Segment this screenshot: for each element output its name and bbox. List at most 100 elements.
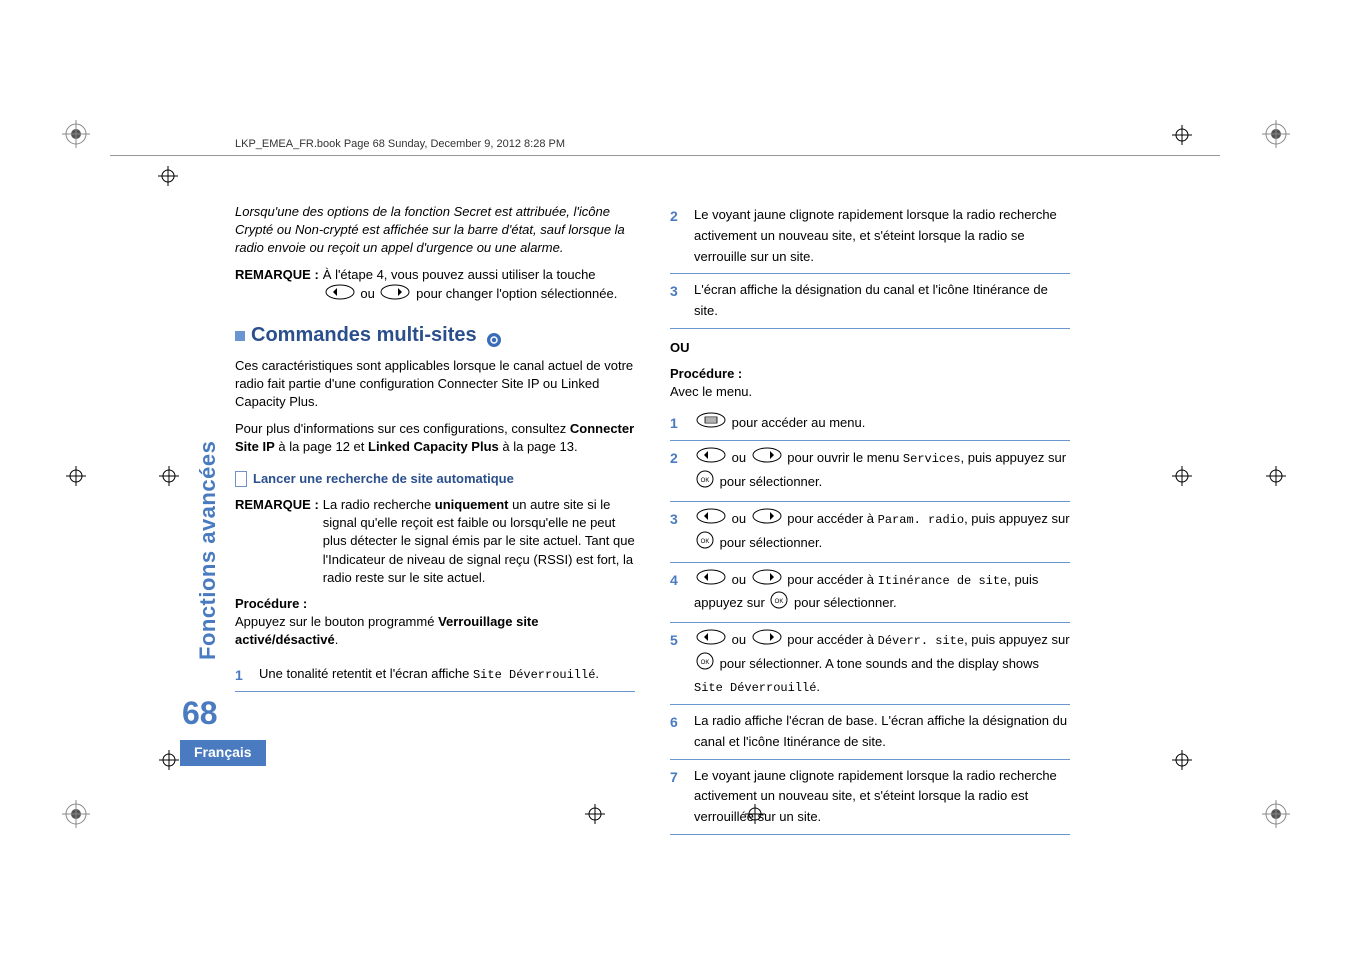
left-arrow-button-icon [696, 508, 726, 531]
intro-note: Lorsqu'une des options de la fonction Se… [235, 203, 635, 258]
svg-text:OK: OK [701, 660, 710, 666]
reg-mark-icon [62, 120, 90, 148]
right-arrow-button-icon [752, 447, 782, 470]
text: Une tonalité retentit et l'écran affiche [259, 666, 473, 681]
display-text: Site Déverrouillé [694, 681, 816, 695]
ok-button-icon: OK [770, 591, 788, 616]
menu-step-3: ou pour accéder à Param. radio, puis app… [670, 502, 1070, 563]
or-label: OU [670, 339, 1070, 357]
sidebar-section-label: Fonctions avancées [195, 441, 221, 660]
svg-text:OK: OK [701, 478, 710, 484]
menu-button-icon [696, 412, 726, 435]
text: , puis appuyez sur [961, 450, 1067, 465]
right-arrow-button-icon [752, 508, 782, 531]
ok-button-icon: OK [696, 531, 714, 556]
step-2: Le voyant jaune clignote rapidement lors… [670, 199, 1070, 274]
remarque-label: REMARQUE : [235, 266, 319, 305]
text: pour ouvrir le menu [784, 450, 903, 465]
text: pour sélectionner. A tone sounds and the… [716, 656, 1039, 671]
left-arrow-button-icon [696, 447, 726, 470]
steps-list: Une tonalité retentit et l'écran affiche… [235, 658, 635, 692]
crosshair-icon [1172, 750, 1192, 770]
procedure-block: Procédure : Appuyez sur le bouton progra… [235, 595, 635, 650]
text: ou [728, 511, 750, 526]
text: À l'étape 4, vous pouvez aussi utiliser … [323, 267, 596, 282]
menu-name: Services [903, 452, 961, 466]
display-text: Site Déverrouillé [473, 668, 595, 682]
menu-steps: pour accéder au menu. ou pour ouvrir le … [670, 406, 1070, 835]
procedure-label: Procédure : [670, 365, 1070, 383]
text: , puis appuyez sur [964, 511, 1070, 526]
text: pour sélectionner. [716, 474, 822, 489]
remarque-body: À l'étape 4, vous pouvez aussi utiliser … [323, 266, 635, 305]
link-ref: Linked Capacity Plus [368, 439, 499, 454]
menu-step-1: pour accéder au menu. [670, 406, 1070, 442]
bullet-square-icon [235, 331, 245, 341]
page-number: 68 [182, 695, 218, 732]
text: Appuyez sur le bouton programmé [235, 614, 438, 629]
menu-step-7: Le voyant jaune clignote rapidement lors… [670, 760, 1070, 835]
text: à la page 12 et [275, 439, 368, 454]
text: pour changer l'option sélectionnée. [416, 286, 617, 301]
ok-button-icon: OK [696, 652, 714, 677]
remarque-body: La radio recherche uniquement un autre s… [323, 496, 635, 587]
page-header: LKP_EMEA_FR.book Page 68 Sunday, Decembe… [235, 138, 565, 150]
text: La radio recherche [323, 497, 435, 512]
left-arrow-button-icon [696, 569, 726, 592]
text: ou [360, 286, 378, 301]
left-arrow-button-icon [696, 629, 726, 652]
menu-step-4: ou pour accéder à Itinérance de site, pu… [670, 563, 1070, 624]
crosshair-icon [1172, 125, 1192, 145]
menu-name: Déverr. site [878, 634, 964, 648]
crosshair-icon [66, 466, 86, 486]
text: ou [728, 571, 750, 586]
text: pour accéder au menu. [732, 414, 866, 429]
section-heading: Commandes multi-sites [235, 321, 635, 349]
menu-step-2: ou pour ouvrir le menu Services, puis ap… [670, 441, 1070, 502]
menu-step-6: La radio affiche l'écran de base. L'écra… [670, 705, 1070, 760]
menu-name: Itinérance de site [878, 573, 1008, 587]
crosshair-icon [585, 804, 605, 824]
heading-text: Commandes multi-sites [251, 324, 477, 346]
language-tab: Français [180, 740, 266, 766]
crosshair-icon [1266, 466, 1286, 486]
text: ou [728, 632, 750, 647]
text: Pour plus d'informations sur ces configu… [235, 421, 570, 436]
text: pour sélectionner. [716, 535, 822, 550]
crosshair-icon [159, 750, 179, 770]
paragraph: Pour plus d'informations sur ces configu… [235, 420, 635, 456]
left-arrow-button-icon [325, 284, 355, 305]
remarque-block: REMARQUE : La radio recherche uniquement… [235, 496, 635, 587]
step-3: L'écran affiche la désignation du canal … [670, 274, 1070, 329]
crosshair-icon [159, 466, 179, 486]
procedure-label: Procédure : [235, 596, 307, 611]
reg-mark-icon [62, 800, 90, 828]
text: . [335, 632, 339, 647]
left-column: Lorsqu'une des options de la fonction Se… [235, 195, 635, 692]
text: ou [728, 450, 750, 465]
text: à la page 13. [499, 439, 578, 454]
text: pour accéder à [784, 571, 878, 586]
remarque-label: REMARQUE : [235, 496, 319, 587]
steps-list-continued: Le voyant jaune clignote rapidement lors… [670, 199, 1070, 329]
crosshair-icon [1172, 466, 1192, 486]
header-rule [110, 155, 1220, 156]
subsection-text: Lancer une recherche de site automatique [253, 471, 514, 486]
menu-name: Param. radio [878, 513, 964, 527]
crosshair-icon [158, 166, 178, 186]
reg-mark-icon [1262, 120, 1290, 148]
text: pour accéder à [784, 511, 878, 526]
step-1: Une tonalité retentit et l'écran affiche… [235, 658, 635, 692]
menu-step-5: ou pour accéder à Déverr. site, puis app… [670, 623, 1070, 705]
text: , puis appuyez sur [964, 632, 1070, 647]
text: pour sélectionner. [790, 595, 896, 610]
emphasis: uniquement [435, 497, 509, 512]
subsection-heading: Lancer une recherche de site automatique [235, 470, 635, 488]
text: . [595, 666, 599, 681]
ring-badge-icon [486, 328, 502, 344]
svg-text:OK: OK [775, 599, 784, 605]
reg-mark-icon [1262, 800, 1290, 828]
right-column: Le voyant jaune clignote rapidement lors… [670, 195, 1070, 835]
document-icon [235, 471, 247, 487]
ok-button-icon: OK [696, 470, 714, 495]
